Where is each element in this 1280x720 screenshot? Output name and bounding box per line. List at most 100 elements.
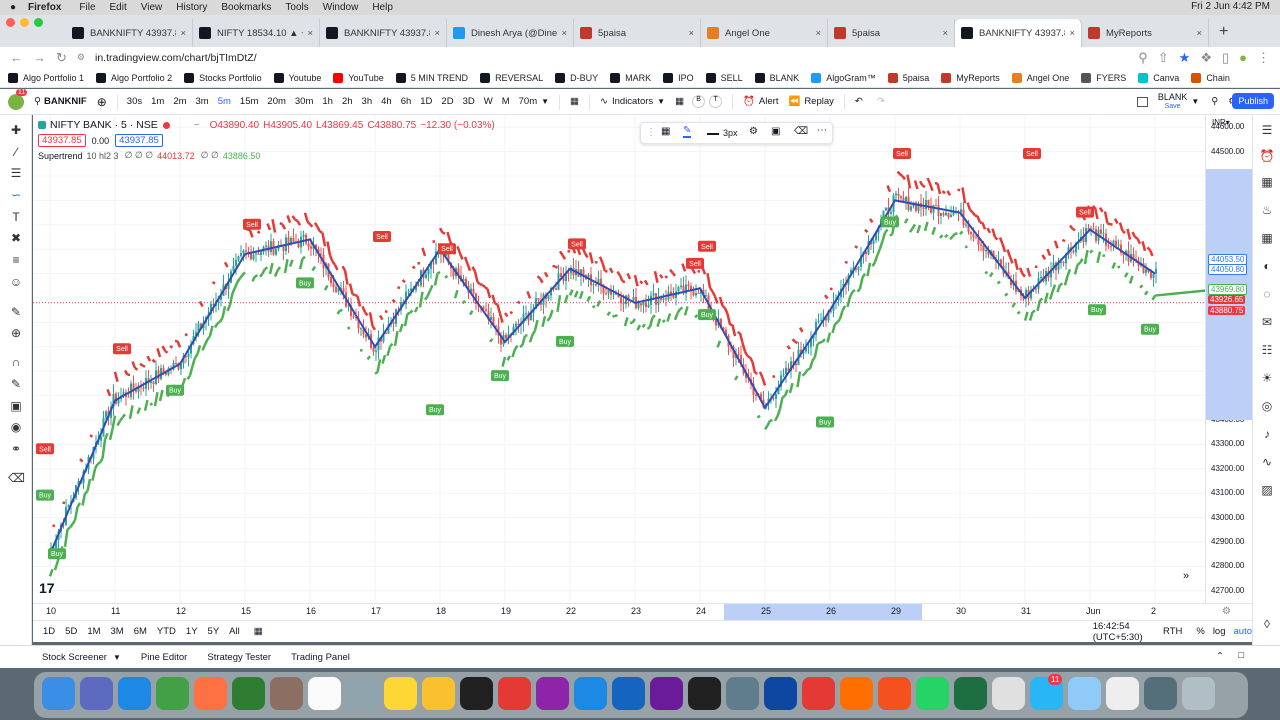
- range-YTD[interactable]: YTD: [157, 626, 176, 637]
- dock-app-icon[interactable]: [156, 677, 189, 710]
- close-tab-icon[interactable]: ×: [942, 28, 948, 39]
- menu-tools[interactable]: Tools: [285, 2, 308, 13]
- range-3M[interactable]: 3M: [111, 626, 124, 637]
- trading-panel-tab[interactable]: Trading Panel: [291, 652, 350, 663]
- line-color-icon[interactable]: ✎: [683, 125, 692, 138]
- browser-tab[interactable]: 5paisa ×: [574, 19, 701, 47]
- time-axis[interactable]: 10 11 12 15 16 17 18 19 22 23 24 25 26 29 30 31 Jun 2 ⚙: [33, 603, 1252, 620]
- trading-icon[interactable]: ▨: [1259, 483, 1275, 499]
- stock-screener-tab[interactable]: Stock Screener: [42, 652, 107, 663]
- bookmark-star-icon[interactable]: ★: [1179, 50, 1191, 66]
- ask-price[interactable]: 43937.85: [115, 134, 163, 147]
- dock-app-icon[interactable]: [612, 677, 645, 710]
- apple-icon[interactable]: ●: [10, 2, 16, 13]
- percent-toggle[interactable]: %: [1196, 626, 1204, 637]
- range-1D[interactable]: 1D: [43, 626, 55, 637]
- quick-search-icon[interactable]: ⚲: [1211, 96, 1218, 107]
- badge-t[interactable]: T: [709, 95, 723, 108]
- layers-icon[interactable]: ◊: [1259, 617, 1275, 633]
- close-tab-icon[interactable]: ×: [561, 28, 567, 39]
- goto-date-icon[interactable]: ▦: [254, 626, 263, 637]
- range-1Y[interactable]: 1Y: [186, 626, 198, 637]
- ruler-icon[interactable]: ✎: [8, 305, 24, 319]
- timeframe-3m[interactable]: 3m: [196, 96, 209, 107]
- prediction-icon[interactable]: ≡: [8, 253, 24, 267]
- menubar-clock[interactable]: Fri 2 Jun 4:42 PM: [1191, 1, 1270, 12]
- range-6M[interactable]: 6M: [134, 626, 147, 637]
- chevron-down-icon[interactable]: ▼: [657, 97, 665, 106]
- timeframe-W[interactable]: W: [484, 96, 493, 107]
- indicators-icon[interactable]: ∿: [600, 96, 608, 107]
- close-tab-icon[interactable]: ×: [1069, 28, 1075, 39]
- bookmark-item[interactable]: Chain: [1191, 72, 1230, 83]
- symbol-search-icon[interactable]: ⚲: [34, 96, 41, 107]
- chart-svg[interactable]: Sell Buy Buy Sell Buy Sell Buy Sell Buy Sell Buy Se…: [33, 115, 1206, 603]
- chart-type-icon[interactable]: ▦: [570, 96, 579, 107]
- bookmark-item[interactable]: Stocks Portfolio: [184, 72, 262, 83]
- bookmark-item[interactable]: 5paisa: [887, 72, 929, 83]
- notifications-icon[interactable]: ☷: [1259, 343, 1275, 359]
- layout-icon[interactable]: [1136, 96, 1148, 107]
- lock-icon[interactable]: ⚙: [77, 52, 85, 63]
- timeframe-30s[interactable]: 30s: [127, 96, 142, 107]
- link-icon[interactable]: ⚭: [8, 442, 24, 456]
- dock-app-icon[interactable]: [384, 677, 417, 710]
- pattern-icon[interactable]: ✖: [8, 231, 24, 245]
- menu-bookmarks[interactable]: Bookmarks: [221, 2, 271, 13]
- dock-app-icon[interactable]: [498, 677, 531, 710]
- dock-app-icon[interactable]: [802, 677, 835, 710]
- bookmark-item[interactable]: REVERSAL: [480, 72, 543, 83]
- dock-app-icon[interactable]: [346, 677, 379, 710]
- line-width-selector[interactable]: 3px: [723, 128, 738, 138]
- back-icon[interactable]: ←: [10, 50, 23, 65]
- range-5Y[interactable]: 5Y: [208, 626, 220, 637]
- close-tab-icon[interactable]: ×: [307, 28, 313, 39]
- bookmark-item[interactable]: D-BUY: [555, 72, 598, 83]
- timeframe-70m[interactable]: 70m: [519, 96, 537, 107]
- bookmark-item[interactable]: Youtube: [273, 72, 321, 83]
- browser-tab[interactable]: 5paisa ×: [828, 19, 955, 47]
- trendline-icon[interactable]: ∕: [8, 145, 24, 159]
- trash-icon[interactable]: ⌫: [8, 471, 25, 485]
- timeframe-1m[interactable]: 1m: [151, 96, 164, 107]
- redo-icon[interactable]: ↷: [877, 96, 885, 107]
- hotlists-icon[interactable]: ♨: [1259, 203, 1275, 219]
- magnet-icon[interactable]: ∩: [8, 355, 24, 369]
- bookmark-item[interactable]: AlgoGram™: [811, 72, 876, 83]
- symbol-search[interactable]: BANKNIF: [44, 96, 87, 107]
- chevron-up-icon[interactable]: ⌃: [1216, 651, 1224, 662]
- time-axis-settings-icon[interactable]: ⚙: [1222, 606, 1231, 617]
- forward-icon[interactable]: →: [33, 50, 46, 65]
- range-All[interactable]: All: [229, 626, 240, 637]
- symbol-title[interactable]: NIFTY BANK · 5 · NSE: [50, 119, 158, 131]
- dock-app-icon[interactable]: [536, 677, 569, 710]
- fib-icon[interactable]: ☰: [8, 166, 24, 180]
- alert-button[interactable]: Alert: [759, 96, 779, 107]
- dock-app-icon[interactable]: [118, 677, 151, 710]
- dock-app-icon[interactable]: [764, 677, 797, 710]
- close-tab-icon[interactable]: ×: [688, 28, 694, 39]
- bookmark-item[interactable]: Algo Portfolio 2: [96, 72, 172, 83]
- timeframe-15m[interactable]: 15m: [240, 96, 258, 107]
- menu-window[interactable]: Window: [323, 2, 359, 13]
- close-tab-icon[interactable]: ×: [815, 28, 821, 39]
- lock-icon[interactable]: ▣: [771, 126, 780, 137]
- dock-app-icon[interactable]: [1106, 677, 1139, 710]
- publish-button[interactable]: Publish: [1232, 93, 1274, 109]
- bookmark-item[interactable]: FYERS: [1081, 72, 1126, 83]
- calendar-icon[interactable]: ▦: [1259, 231, 1275, 247]
- bookmark-item[interactable]: SELL: [705, 72, 743, 83]
- bid-price[interactable]: 43937.85: [38, 134, 86, 147]
- emoji-icon[interactable]: ☺: [8, 275, 24, 289]
- price-axis[interactable]: INR▾ 44600.0044500.0044400.0044300.00442…: [1205, 115, 1252, 603]
- wave-icon[interactable]: ∿: [1259, 455, 1275, 471]
- browser-tab[interactable]: Dinesh Arya (@Dinesh×: [447, 19, 574, 47]
- dock-app-icon[interactable]: [878, 677, 911, 710]
- chats-icon[interactable]: ✉: [1259, 315, 1275, 331]
- indicator-name[interactable]: Supertrend: [38, 151, 83, 161]
- close-tab-icon[interactable]: ×: [1196, 28, 1202, 39]
- profile-icon[interactable]: ●: [1239, 50, 1247, 65]
- bookmark-item[interactable]: 5 MIN TREND: [395, 72, 468, 83]
- menu-file[interactable]: File: [79, 2, 95, 13]
- menu-view[interactable]: View: [141, 2, 163, 13]
